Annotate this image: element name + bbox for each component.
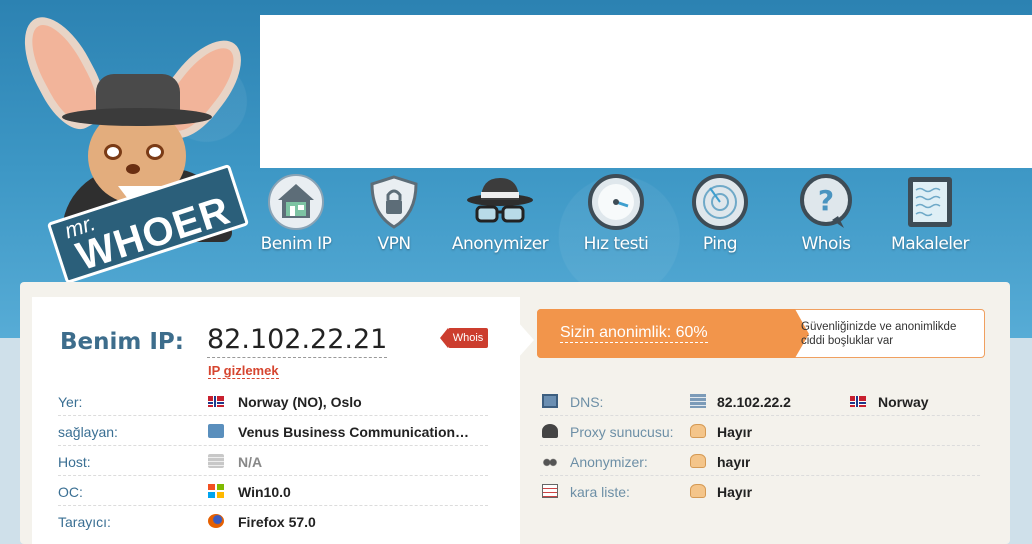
home-icon xyxy=(268,174,324,230)
list-icon xyxy=(542,484,558,498)
info-row-browser: Tarayıcı: Firefox 57.0 xyxy=(58,506,488,536)
dns-icon xyxy=(542,394,558,408)
info-row-anonymizer: Anonymizer: hayır xyxy=(540,446,980,476)
provider-icon xyxy=(208,424,224,438)
info-row-host: Host: N/A xyxy=(58,446,488,476)
norway-flag-icon xyxy=(208,396,224,407)
row-value: Hayır xyxy=(717,424,753,440)
ad-banner xyxy=(260,15,1032,168)
svg-text:?: ? xyxy=(818,184,834,217)
info-row-location: Yer: Norway (NO), Oslo xyxy=(58,386,488,416)
row-value: hayır xyxy=(717,454,751,470)
anonymity-note: Güvenliğinizde ve anonimlikde ciddi boşl… xyxy=(801,321,957,347)
nav-item-makaleler[interactable]: Makaleler xyxy=(878,172,982,264)
dns-country: Norway xyxy=(878,394,929,410)
nav-label-ping: Ping xyxy=(702,234,738,254)
ip-title: Benim IP: xyxy=(60,329,184,355)
row-label: Proxy sunucusu: xyxy=(570,424,674,440)
row-value: Hayır xyxy=(717,484,753,500)
nav-label-hiz-testi: Hız testi xyxy=(583,234,649,254)
nav-label-makaleler: Makaleler xyxy=(891,234,969,254)
speedometer-icon xyxy=(588,174,644,230)
row-value: N/A xyxy=(238,454,263,470)
info-row-proxy: Proxy sunucusu: Hayır xyxy=(540,416,980,446)
nav-item-benim-ip[interactable]: Benim IP xyxy=(244,172,348,264)
nav-label-vpn: VPN xyxy=(377,234,411,254)
document-icon xyxy=(908,177,952,227)
thumbs-up-icon xyxy=(690,454,706,468)
shield-lock-icon xyxy=(370,175,418,229)
nav-label-benim-ip: Benim IP xyxy=(260,234,332,254)
nav-label-whois: Whois xyxy=(801,234,851,254)
row-label: Host: xyxy=(58,454,91,470)
nav-item-hiz-testi[interactable]: Hız testi xyxy=(564,172,668,264)
question-bubble-icon: ? xyxy=(800,174,852,228)
nav-label-anonymizer: Anonymizer xyxy=(451,234,549,254)
card-notch xyxy=(518,322,534,358)
info-row-os: OC: Win10.0 xyxy=(58,476,488,506)
row-value: Venus Business Communication… xyxy=(238,424,470,440)
windows-icon xyxy=(208,484,224,498)
info-row-blacklist: kara liste: Hayır xyxy=(540,476,980,506)
ip-address[interactable]: 82.102.22.21 xyxy=(207,324,388,358)
info-row-provider: sağlayan: Venus Business Communication… xyxy=(58,416,488,446)
nav-item-ping[interactable]: Ping xyxy=(668,172,772,264)
norway-flag-icon xyxy=(850,396,866,407)
row-label: OC: xyxy=(58,484,83,500)
mr-whoer-logo[interactable]: mr. WHOER xyxy=(9,5,257,285)
logo-eye-right xyxy=(146,144,164,160)
server-icon xyxy=(690,394,706,408)
row-label: Anonymizer: xyxy=(570,454,648,470)
whois-tag-button[interactable]: Whois xyxy=(440,328,488,348)
thumbs-up-icon xyxy=(690,484,706,498)
logo-nose xyxy=(126,164,140,174)
firefox-icon xyxy=(208,514,224,528)
row-value: Norway (NO), Oslo xyxy=(238,394,362,410)
anonymity-score[interactable]: Sizin anonimlik: 60% xyxy=(560,324,708,343)
nav-item-anonymizer[interactable]: Anonymizer xyxy=(448,172,552,264)
row-label: sağlayan: xyxy=(58,424,118,440)
hide-ip-link[interactable]: IP gizlemek xyxy=(208,363,279,379)
info-row-dns: DNS: 82.102.22.2 Norway xyxy=(540,386,980,416)
row-value: Firefox 57.0 xyxy=(238,514,316,530)
nav-item-whois[interactable]: ? Whois xyxy=(774,172,878,264)
logo-hat-brim xyxy=(62,108,212,126)
thumbs-up-icon xyxy=(690,424,706,438)
radar-icon xyxy=(692,174,748,230)
glasses-icon xyxy=(542,454,558,468)
spy-hat-icon xyxy=(467,178,533,223)
logo-eye-left xyxy=(104,144,122,160)
host-icon xyxy=(208,454,224,468)
row-label: DNS: xyxy=(570,394,604,410)
row-label: kara liste: xyxy=(570,484,630,500)
row-label: Tarayıcı: xyxy=(58,514,111,530)
spy-icon xyxy=(542,424,558,438)
row-value[interactable]: 82.102.22.2 xyxy=(717,394,791,410)
row-value: Win10.0 xyxy=(238,484,291,500)
nav-item-vpn[interactable]: VPN xyxy=(342,172,446,264)
row-label: Yer: xyxy=(58,394,83,410)
